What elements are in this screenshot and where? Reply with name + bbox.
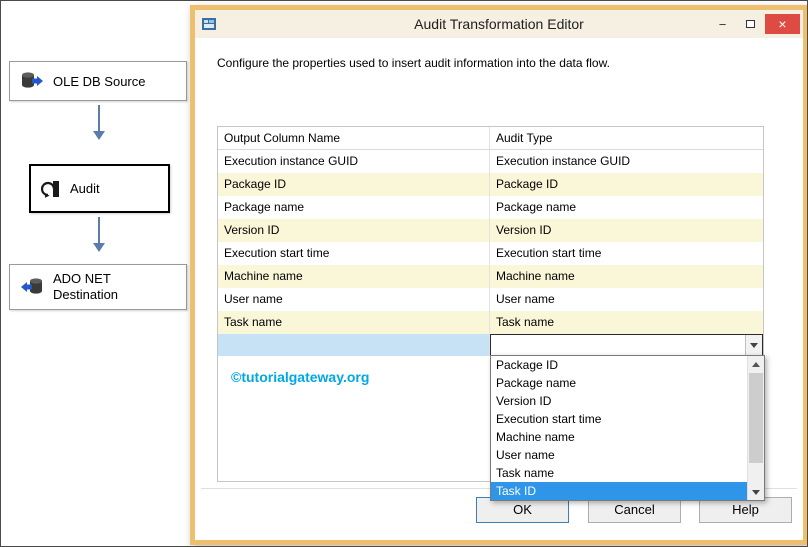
output-column-name-cell[interactable]: Task name bbox=[218, 311, 490, 334]
dropdown-items: Package ID Package name Version ID Execu… bbox=[491, 356, 747, 500]
arrow-down-icon bbox=[93, 131, 105, 140]
audit-type-cell[interactable]: Version ID bbox=[490, 219, 763, 242]
minimize-button[interactable]: − bbox=[709, 14, 736, 34]
audit-icon bbox=[41, 179, 61, 199]
combobox-dropdown-button[interactable] bbox=[745, 335, 762, 355]
maximize-icon bbox=[746, 20, 755, 28]
dropdown-option-selected[interactable]: Task ID bbox=[491, 482, 747, 500]
table-row[interactable]: Execution instance GUID Execution instan… bbox=[218, 150, 763, 173]
dialog-titlebar: Audit Transformation Editor − × bbox=[195, 10, 803, 38]
table-row[interactable]: User name User name bbox=[218, 288, 763, 311]
audit-type-cell[interactable]: User name bbox=[490, 288, 763, 311]
database-source-icon bbox=[20, 71, 44, 91]
dataflow-node-audit[interactable]: Audit bbox=[29, 164, 170, 213]
table-row[interactable]: Package name Package name bbox=[218, 196, 763, 219]
table-row[interactable]: Package ID Package ID bbox=[218, 173, 763, 196]
dropdown-scrollbar[interactable] bbox=[747, 356, 764, 500]
dialog-content: Configure the properties used to insert … bbox=[195, 38, 803, 540]
connector-line bbox=[98, 105, 100, 131]
dropdown-option[interactable]: Package ID bbox=[491, 356, 747, 374]
table-row[interactable]: Execution start time Execution start tim… bbox=[218, 242, 763, 265]
audit-type-cell[interactable]: Package name bbox=[490, 196, 763, 219]
table-row[interactable]: Version ID Version ID bbox=[218, 219, 763, 242]
close-button[interactable]: × bbox=[765, 14, 800, 34]
dropdown-option[interactable]: Execution start time bbox=[491, 410, 747, 428]
output-column-name-cell[interactable]: Version ID bbox=[218, 219, 490, 242]
output-column-name-cell[interactable]: Package ID bbox=[218, 173, 490, 196]
new-row-selected-cell[interactable] bbox=[218, 334, 490, 356]
audit-type-cell[interactable]: Package ID bbox=[490, 173, 763, 196]
maximize-button[interactable] bbox=[737, 14, 764, 34]
dialog-description: Configure the properties used to insert … bbox=[217, 56, 610, 70]
output-column-name-cell[interactable]: Machine name bbox=[218, 265, 490, 288]
dropdown-option[interactable]: Version ID bbox=[491, 392, 747, 410]
node-label: ADO NET Destination bbox=[53, 270, 119, 302]
audit-type-cell[interactable]: Execution start time bbox=[490, 242, 763, 265]
column-header-audit-type: Audit Type bbox=[496, 131, 553, 145]
audit-type-combobox[interactable] bbox=[490, 334, 763, 356]
audit-type-dropdown-list: Package ID Package name Version ID Execu… bbox=[490, 355, 765, 501]
ssis-designer-screen: OLE DB Source Audit ADO NET Destination bbox=[0, 0, 808, 547]
dropdown-option[interactable]: Machine name bbox=[491, 428, 747, 446]
new-row[interactable] bbox=[218, 334, 763, 356]
arrow-down-icon bbox=[93, 243, 105, 252]
triangle-down-icon bbox=[752, 489, 760, 495]
audit-transformation-editor-dialog: Audit Transformation Editor − × Configur… bbox=[190, 5, 807, 545]
scroll-up-button[interactable] bbox=[748, 356, 764, 372]
grid-header-row: Output Column Name Audit Type bbox=[218, 127, 763, 150]
dropdown-option[interactable]: User name bbox=[491, 446, 747, 464]
watermark-text: ©tutorialgateway.org bbox=[231, 369, 370, 385]
node-label: Audit bbox=[70, 181, 100, 196]
output-column-name-cell[interactable]: User name bbox=[218, 288, 490, 311]
triangle-up-icon bbox=[752, 361, 760, 367]
dropdown-option[interactable]: Task name bbox=[491, 464, 747, 482]
table-row[interactable]: Task name Task name bbox=[218, 311, 763, 334]
audit-type-cell[interactable]: Machine name bbox=[490, 265, 763, 288]
dataflow-connector-arrow bbox=[93, 217, 105, 252]
database-destination-icon bbox=[20, 277, 44, 297]
output-column-name-cell[interactable]: Package name bbox=[218, 196, 490, 219]
chevron-down-icon bbox=[750, 342, 758, 348]
output-column-name-cell[interactable]: Execution instance GUID bbox=[218, 150, 490, 173]
dataflow-connector-arrow bbox=[93, 105, 105, 140]
audit-type-cell[interactable]: Execution instance GUID bbox=[490, 150, 763, 173]
scroll-down-button[interactable] bbox=[748, 484, 764, 500]
output-column-name-cell[interactable]: Execution start time bbox=[218, 242, 490, 265]
connector-line bbox=[98, 217, 100, 243]
node-label: OLE DB Source bbox=[53, 73, 146, 89]
column-header-output-column-name: Output Column Name bbox=[218, 127, 490, 149]
dataflow-node-ole-db-source[interactable]: OLE DB Source bbox=[9, 61, 187, 101]
table-row[interactable]: Machine name Machine name bbox=[218, 265, 763, 288]
window-controls: − × bbox=[709, 14, 800, 34]
dataflow-node-ado-net-destination[interactable]: ADO NET Destination bbox=[9, 264, 187, 310]
scrollbar-thumb[interactable] bbox=[749, 373, 763, 463]
dropdown-option[interactable]: Package name bbox=[491, 374, 747, 392]
audit-type-cell[interactable]: Task name bbox=[490, 311, 763, 334]
